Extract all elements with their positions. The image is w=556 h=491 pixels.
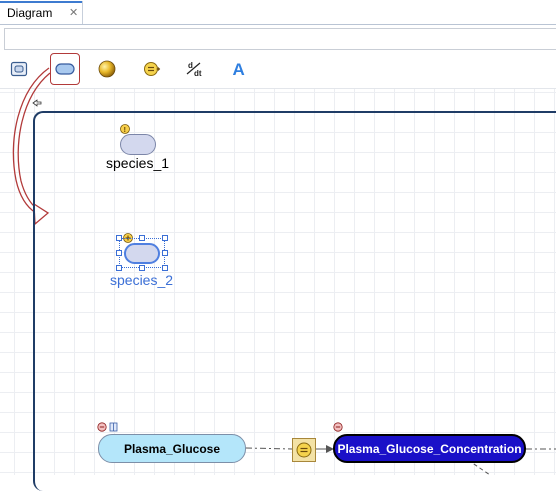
reaction-edges bbox=[245, 445, 556, 475]
remove-marker-icon bbox=[333, 422, 343, 432]
plasma-glucose-label: Plasma_Glucose bbox=[123, 441, 221, 456]
reaction-rule-icon bbox=[296, 442, 312, 458]
plasma-glucose-node[interactable]: Plasma_Glucose bbox=[98, 434, 246, 463]
node-markers-icon bbox=[97, 422, 118, 432]
plasma-glucose-concentration-label: Plasma_Glucose_Concentration bbox=[337, 441, 522, 456]
plasma-glucose-concentration-node[interactable]: Plasma_Glucose_Concentration bbox=[333, 434, 526, 463]
reaction-rule-node[interactable] bbox=[292, 438, 316, 462]
